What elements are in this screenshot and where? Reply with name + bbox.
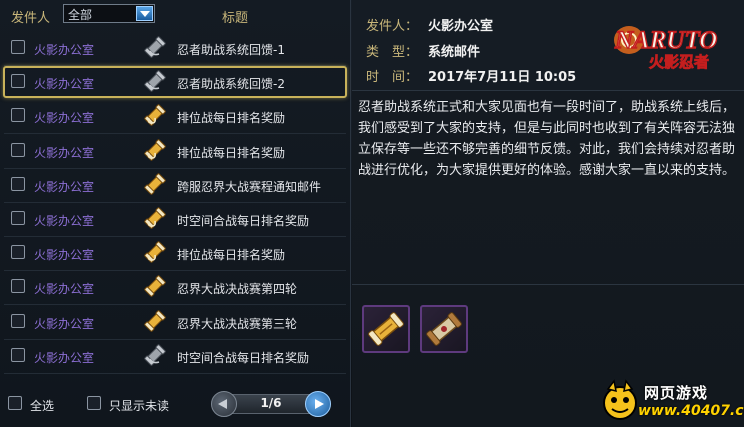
row-divider: [4, 236, 346, 237]
mail-row[interactable]: 火影办公室 时空间合战每日排名奖励: [0, 204, 350, 237]
mail-row[interactable]: 火影办公室 忍者助战系统回馈-1: [0, 33, 350, 66]
opened-scroll-item-icon[interactable]: [420, 305, 468, 353]
mail-sender: 火影办公室: [34, 111, 95, 126]
sender-filter-dropdown[interactable]: 全部: [63, 4, 155, 23]
mail-subject: 忍界大战决战赛第三轮: [177, 316, 298, 331]
time-value: 2017年7月11日 10:05: [428, 70, 577, 85]
mail-sender: 火影办公室: [34, 316, 95, 331]
sender-filter-value: 全部: [68, 8, 93, 22]
unread-only-checkbox[interactable]: [87, 396, 101, 410]
attachment-scroll-icon: [144, 241, 166, 263]
mailbox-window: 发件人 全部 标题 火影办公室 忍者助战系统回馈-1 火影办公室 忍者助战系统回馈-2…: [0, 0, 744, 427]
opened-scroll-icon: [144, 344, 166, 366]
mail-subject: 时空间合战每日排名奖励: [177, 214, 310, 228]
row-divider: [4, 270, 346, 272]
row-divider: [4, 133, 346, 135]
mail-subject: 忍者助战系统回馈-2: [177, 77, 285, 92]
pagination: 1/6: [211, 391, 331, 417]
mail-subject: 时空间合战每日排名奖励: [177, 350, 310, 365]
select-all-checkbox[interactable]: [8, 396, 22, 410]
watermark-line1: 网页游戏: [644, 384, 709, 402]
sender-key: 发件人：: [366, 19, 419, 34]
mail-list-panel: 发件人 全部 标题 火影办公室 忍者助战系统回馈-1 火影办公室 忍者助战系统回馈-2…: [0, 0, 351, 427]
mail-sender: 火影办公室: [34, 282, 95, 297]
mail-sender: 火影办公室: [34, 43, 95, 57]
mail-row[interactable]: 火影办公室 排位战每日排名奖励: [0, 101, 350, 135]
attachment-scroll-icon: [144, 138, 166, 161]
mail-detail-panel: 发件人： 火影办公室 类 型： 系统邮件 时 间： 2017年7月11日 10:…: [352, 0, 744, 427]
attachment-scroll-icon: [144, 104, 166, 127]
mail-row-checkbox[interactable]: [11, 279, 25, 294]
logo-top-text: NARUTO: [614, 27, 717, 54]
mail-subject: 忍者助战系统回馈-1: [177, 43, 285, 57]
mail-body: 忍者助战系统正式和大家见面也有一段时间了，助战系统上线后，我们感受到了大家的支持…: [358, 100, 736, 178]
opened-scroll-icon: [144, 36, 166, 58]
mail-row-checkbox[interactable]: [11, 347, 25, 362]
sender-value: 火影办公室: [428, 19, 494, 34]
mail-sender: 火影办公室: [34, 179, 95, 194]
mail-row[interactable]: 火影办公室 忍界大战决战赛第三轮: [0, 307, 350, 340]
mail-row-checkbox[interactable]: [11, 245, 25, 260]
scroll-icon: [144, 275, 166, 298]
mail-row[interactable]: 火影办公室 忍界大战决战赛第四轮: [0, 272, 350, 306]
scroll-icon: [144, 309, 166, 332]
watermark-line2: www.40407.com: [638, 403, 744, 419]
mail-sender: 火影办公室: [34, 77, 95, 92]
mail-row-checkbox[interactable]: [11, 176, 25, 191]
row-divider: [4, 338, 346, 340]
scroll-item-icon[interactable]: [362, 305, 410, 353]
site-watermark: 网页游戏 www.40407.com: [600, 376, 744, 427]
mail-list-header: 发件人 全部 标题: [0, 0, 350, 30]
title-column-header: 标题: [222, 11, 249, 26]
sender-column-header: 发件人: [11, 11, 51, 26]
attachment-divider: [352, 284, 744, 285]
time-key: 时 间：: [366, 70, 419, 85]
mail-list-footer: 全选 只显示未读 1/6: [0, 384, 350, 427]
mail-row-checkbox[interactable]: [11, 211, 25, 225]
mail-sender: 火影办公室: [34, 350, 95, 365]
row-divider: [4, 201, 346, 203]
mail-row-checkbox[interactable]: [11, 313, 25, 328]
mail-meta: 发件人： 火影办公室 类 型： 系统邮件 时 间： 2017年7月11日 10:…: [352, 0, 744, 90]
logo-bottom-text: 火影忍者: [649, 53, 709, 70]
mail-sender: 火影办公室: [34, 248, 95, 263]
mascot-icon: [603, 379, 637, 420]
meta-divider: [352, 90, 744, 91]
row-divider: [4, 372, 346, 374]
mail-row[interactable]: 火影办公室 排位战每日排名奖励: [0, 136, 350, 169]
naruto-logo: NARUTO 火影忍者: [613, 26, 718, 70]
mail-row-checkbox[interactable]: [11, 142, 25, 157]
mail-row-checkbox[interactable]: [11, 74, 25, 89]
mail-row-checkbox[interactable]: [11, 40, 25, 54]
page-number: 1/6: [260, 396, 282, 410]
mail-row-checkbox[interactable]: [11, 108, 25, 123]
mail-row-selected[interactable]: 火影办公室 忍者助战系统回馈-2: [0, 66, 350, 99]
type-value: 系统邮件: [428, 45, 481, 60]
attachment-scroll-icon: [144, 207, 166, 229]
row-divider: [4, 167, 346, 169]
row-divider: [4, 304, 346, 306]
mail-row[interactable]: 火影办公室 时空间合战每日排名奖励: [0, 341, 350, 374]
mail-sender: 火影办公室: [34, 214, 95, 228]
mail-subject: 排位战每日排名奖励: [177, 111, 286, 126]
mail-subject: 跨服忍界大战赛程通知邮件: [177, 179, 322, 194]
unread-only-label: 只显示未读: [109, 399, 170, 413]
mail-subject: 忍界大战决战赛第四轮: [177, 282, 298, 297]
type-key: 类 型：: [366, 45, 419, 60]
opened-scroll-icon: [144, 70, 166, 92]
scroll-icon: [144, 173, 166, 195]
attachment-items: [362, 305, 482, 357]
mail-row[interactable]: 火影办公室 排位战每日排名奖励: [0, 238, 350, 272]
select-all-label: 全选: [30, 399, 55, 413]
mail-subject: 排位战每日排名奖励: [177, 145, 286, 160]
chevron-down-icon[interactable]: [136, 6, 153, 21]
mail-sender: 火影办公室: [34, 145, 95, 160]
mail-row[interactable]: 火影办公室 跨服忍界大战赛程通知邮件: [0, 170, 350, 203]
mail-subject: 排位战每日排名奖励: [177, 248, 286, 263]
